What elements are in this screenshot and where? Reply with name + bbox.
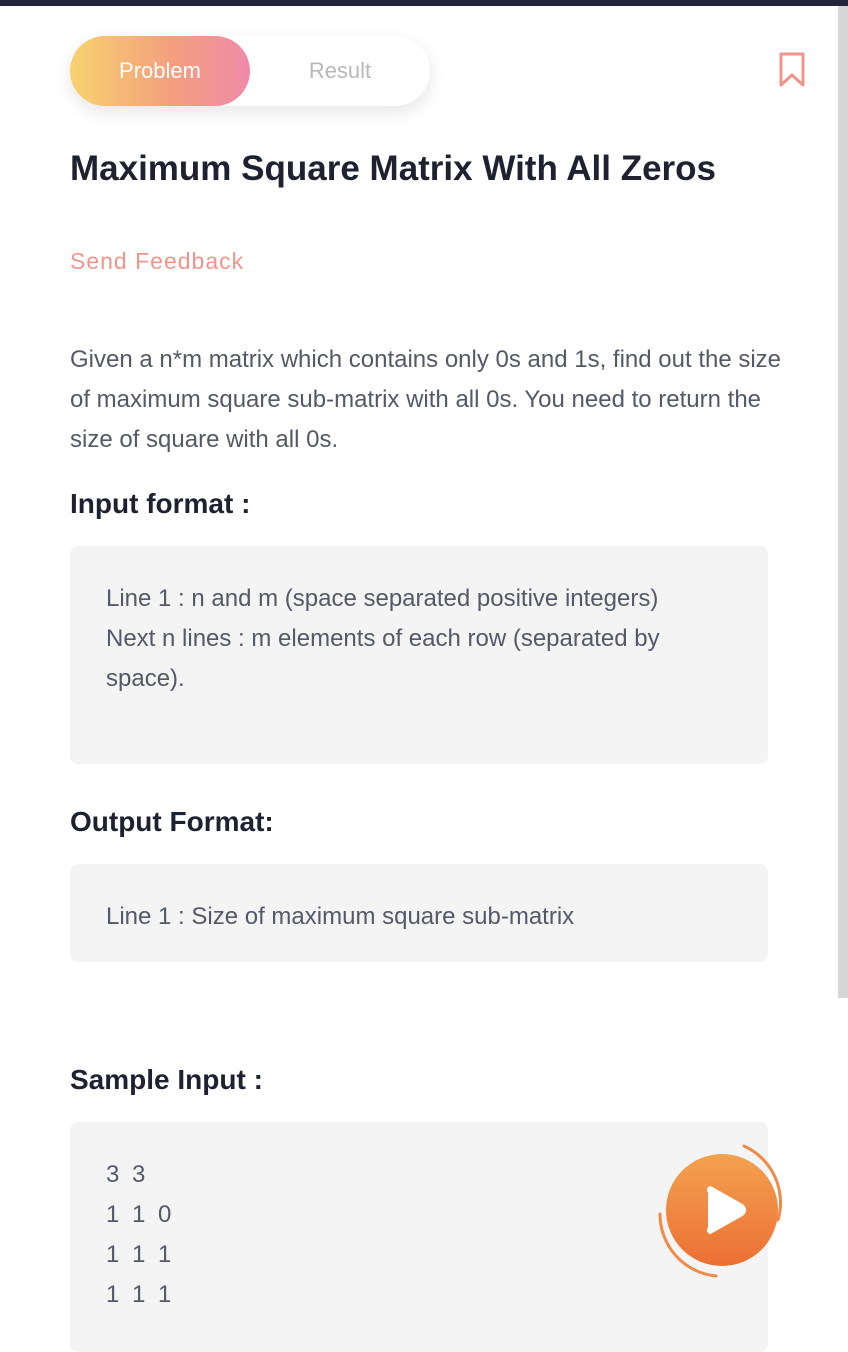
- input-format-heading: Input format :: [70, 488, 251, 519]
- top-bar: [0, 0, 848, 6]
- bookmark-icon[interactable]: [778, 52, 806, 88]
- output-format-box: Line 1 : Size of maximum square sub-matr…: [70, 864, 768, 962]
- problem-description: Given a n*m matrix which contains only 0…: [70, 346, 782, 453]
- sample-input-line: 1 1 1: [106, 1241, 175, 1268]
- output-format-heading: Output Format:: [70, 806, 274, 837]
- input-format-line: Line 1 : n and m (space separated positi…: [106, 585, 659, 612]
- input-format-box: Line 1 : n and m (space separated positi…: [70, 546, 768, 764]
- problem-result-tabs: Problem Result: [70, 36, 430, 106]
- sample-input-line: 1 1 0: [106, 1201, 175, 1228]
- run-code-button[interactable]: [656, 1142, 788, 1278]
- play-icon: [658, 1144, 783, 1278]
- tab-problem[interactable]: Problem: [70, 36, 250, 106]
- sample-input-line: 1 1 1: [106, 1281, 175, 1308]
- sample-input-line: 3 3: [106, 1161, 149, 1188]
- send-feedback-link[interactable]: Send Feedback: [70, 248, 244, 275]
- scrollbar-thumb[interactable]: [838, 6, 848, 998]
- tab-result[interactable]: Result: [250, 36, 430, 106]
- page-title: Maximum Square Matrix With All Zeros: [70, 149, 717, 188]
- sample-input-heading: Sample Input :: [70, 1064, 263, 1095]
- input-format-line: Next n lines : m elements of each row (s…: [106, 625, 660, 692]
- output-format-line: Line 1 : Size of maximum square sub-matr…: [106, 903, 575, 930]
